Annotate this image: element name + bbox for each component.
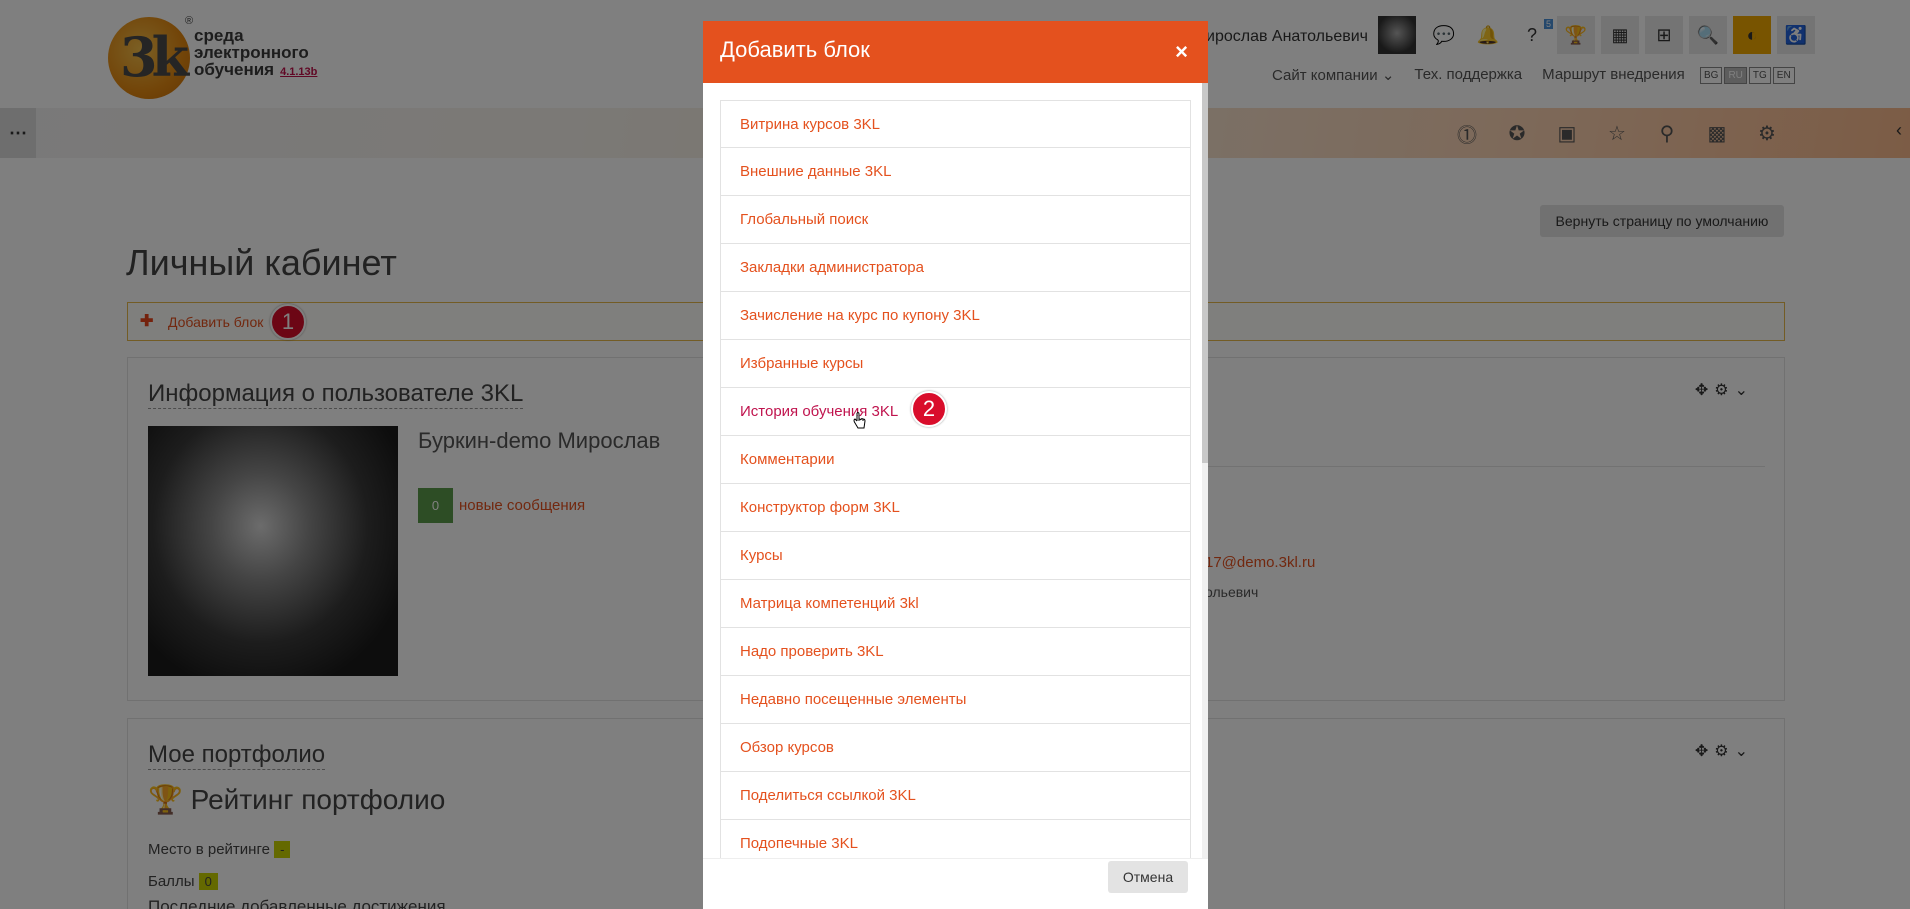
list-item[interactable]: Зачисление на курс по купону 3KL: [720, 292, 1191, 340]
list-item[interactable]: Глобальный поиск: [720, 196, 1191, 244]
scroll-thumb[interactable]: [1202, 83, 1208, 463]
modal-header: Добавить блок ×: [703, 21, 1208, 83]
list-item[interactable]: Надо проверить 3KL: [720, 628, 1191, 676]
step-marker-2: 2: [911, 391, 947, 427]
list-item[interactable]: Обзор курсов: [720, 724, 1191, 772]
list-item[interactable]: Недавно посещенные элементы: [720, 676, 1191, 724]
list-item[interactable]: Конструктор форм 3KL: [720, 484, 1191, 532]
block-list: Витрина курсов 3KL Внешние данные 3KL Гл…: [720, 100, 1191, 858]
list-item[interactable]: Матрица компетенций 3kl: [720, 580, 1191, 628]
add-block-modal: Добавить блок × Витрина курсов 3KL Внешн…: [703, 21, 1208, 909]
list-item[interactable]: Подопечные 3KL: [720, 820, 1191, 858]
scrollbar[interactable]: [1202, 83, 1208, 858]
list-item[interactable]: Комментарии: [720, 436, 1191, 484]
list-item[interactable]: Витрина курсов 3KL: [720, 100, 1191, 148]
list-item[interactable]: Курсы: [720, 532, 1191, 580]
list-item[interactable]: Поделиться ссылкой 3KL: [720, 772, 1191, 820]
close-icon[interactable]: ×: [1175, 39, 1188, 65]
hand-cursor-icon: [853, 412, 866, 429]
list-item[interactable]: Избранные курсы: [720, 340, 1191, 388]
modal-title: Добавить блок: [720, 37, 870, 62]
list-item[interactable]: Закладки администратора: [720, 244, 1191, 292]
cancel-button[interactable]: Отмена: [1108, 861, 1188, 893]
list-item-history[interactable]: История обучения 3KL: [720, 388, 1191, 436]
modal-footer: Отмена: [703, 858, 1208, 909]
list-item[interactable]: Внешние данные 3KL: [720, 148, 1191, 196]
modal-body: Витрина курсов 3KL Внешние данные 3KL Гл…: [703, 83, 1208, 858]
